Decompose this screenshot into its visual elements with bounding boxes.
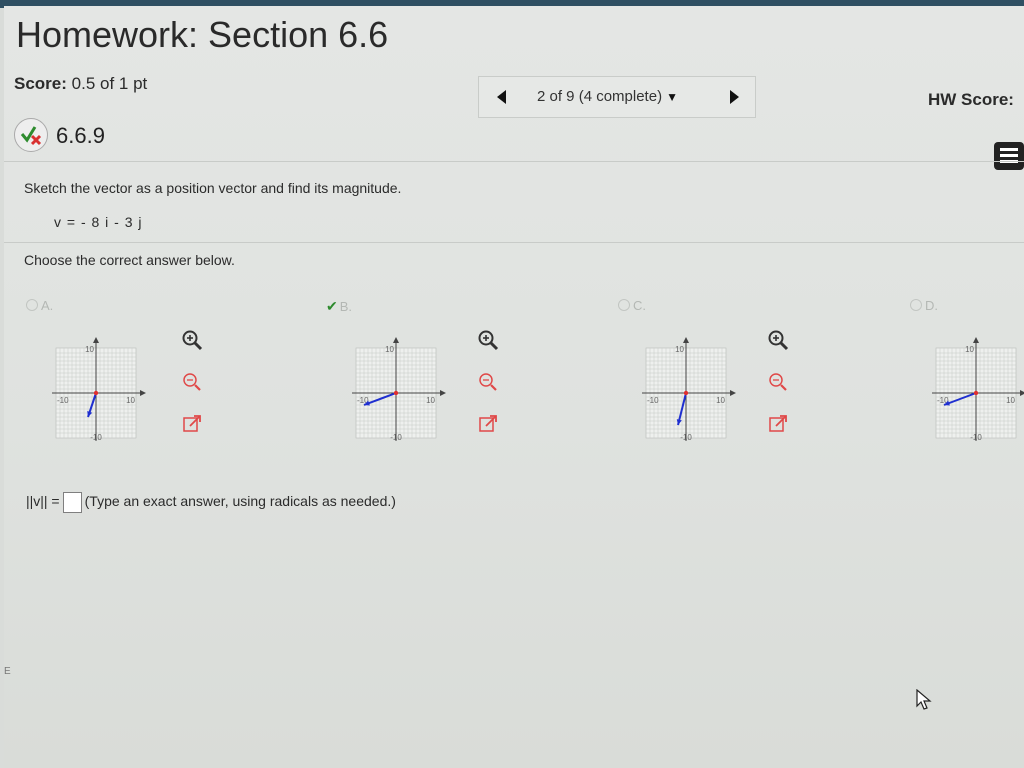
divider (4, 242, 1024, 243)
list-icon[interactable] (994, 142, 1024, 170)
tick-label-right: 10 (716, 396, 725, 405)
tick-label-top: 10 (385, 345, 394, 354)
radio-icon[interactable] (26, 299, 38, 311)
popout-icon[interactable] (180, 412, 204, 436)
magnitude-label: ||v|| = (26, 493, 60, 510)
checkmark-icon: ✔ (326, 298, 338, 314)
choice-d-graph: 10-10 10-10 (932, 337, 1024, 442)
question-number: 6.6.9 (56, 123, 105, 148)
divider (4, 161, 1024, 162)
x-axis-arrow (730, 390, 736, 396)
answer-hint: (Type an exact answer, using radicals as… (84, 493, 396, 510)
question-prompt: Sketch the vector as a position vector a… (24, 180, 402, 196)
popout-icon[interactable] (476, 412, 500, 436)
tick-label-right: 10 (426, 396, 435, 405)
partial-check-icon (14, 118, 48, 152)
x-axis-arrow (440, 390, 446, 396)
vector-equation: v = - 8 i - 3 j (54, 214, 143, 230)
page-title: Homework: Section 6.6 (16, 14, 389, 55)
origin-point (683, 390, 689, 396)
choice-instruction: Choose the correct answer below. (24, 252, 235, 268)
choice-b-graph: 10-10 10-10 (352, 337, 446, 442)
score-label: Score: (14, 74, 67, 93)
edge-mark: E (4, 666, 11, 677)
choice-a-label: A. (41, 298, 54, 313)
tick-label-right: 10 (1006, 396, 1015, 405)
zoom-in-icon[interactable] (180, 328, 204, 352)
y-axis-arrow (973, 337, 979, 343)
choice-d-label: D. (925, 298, 938, 313)
tick-label-bottom: -10 (390, 433, 402, 442)
score-value: 0.5 of 1 pt (71, 74, 148, 93)
x-axis-arrow (140, 390, 146, 396)
choice-c-option[interactable]: C. (618, 298, 646, 313)
tick-label-left: -10 (57, 396, 69, 405)
question-position-dropdown[interactable]: 2 of 9 (4 complete) ▼ (537, 88, 678, 105)
choice-a-option[interactable]: A. (26, 298, 53, 313)
origin-point (93, 390, 99, 396)
origin-point (393, 390, 399, 396)
choice-b-label: B. (339, 299, 353, 314)
question-position-text: 2 of 9 (4 complete) (537, 88, 663, 105)
tick-label-top: 10 (965, 345, 974, 354)
choice-d-option[interactable]: D. (910, 298, 938, 313)
tick-label-top: 10 (85, 345, 94, 354)
tick-label-left: -10 (647, 396, 659, 405)
zoom-in-icon[interactable] (476, 328, 500, 352)
tick-label-bottom: -10 (90, 433, 102, 442)
radio-icon[interactable] (618, 299, 630, 311)
choice-c-graph: 10 -10 10 -10 (642, 337, 736, 442)
y-axis-arrow (393, 337, 399, 343)
mouse-cursor-icon (916, 689, 932, 710)
popout-icon[interactable] (766, 412, 790, 436)
zoom-out-icon[interactable] (180, 370, 204, 394)
y-axis-arrow (93, 337, 99, 343)
question-navigator: 2 of 9 (4 complete) ▼ (478, 76, 756, 118)
next-question-button[interactable] (730, 90, 739, 104)
magnitude-answer-input[interactable] (62, 492, 82, 513)
origin-point (973, 390, 979, 396)
tick-label-bottom: -10 (680, 433, 692, 442)
hw-score-label: HW Score: (928, 90, 1014, 109)
magnitude-answer-row: ||v|| = (Type an exact answer, using radi… (26, 492, 396, 513)
zoom-out-icon[interactable] (476, 370, 500, 394)
radio-icon[interactable] (910, 299, 922, 311)
zoom-in-icon[interactable] (766, 328, 790, 352)
choice-b-option[interactable]: ✔ B. (326, 298, 352, 315)
zoom-out-icon[interactable] (766, 370, 790, 394)
tick-label-top: 10 (675, 345, 684, 354)
y-axis-arrow (683, 337, 689, 343)
choice-a-graph: 10 -10 10 -10 (52, 337, 146, 442)
previous-question-button[interactable] (497, 90, 506, 104)
choice-c-label: C. (633, 298, 646, 313)
tick-label-bottom: -10 (970, 433, 982, 442)
score-summary: Score: 0.5 of 1 pt (14, 74, 147, 94)
tick-label-right: 10 (126, 396, 135, 405)
chevron-down-icon: ▼ (666, 90, 678, 104)
x-axis-arrow (1020, 390, 1024, 396)
homework-page: Homework: Section 6.6 Score: 0.5 of 1 pt… (4, 6, 1024, 768)
